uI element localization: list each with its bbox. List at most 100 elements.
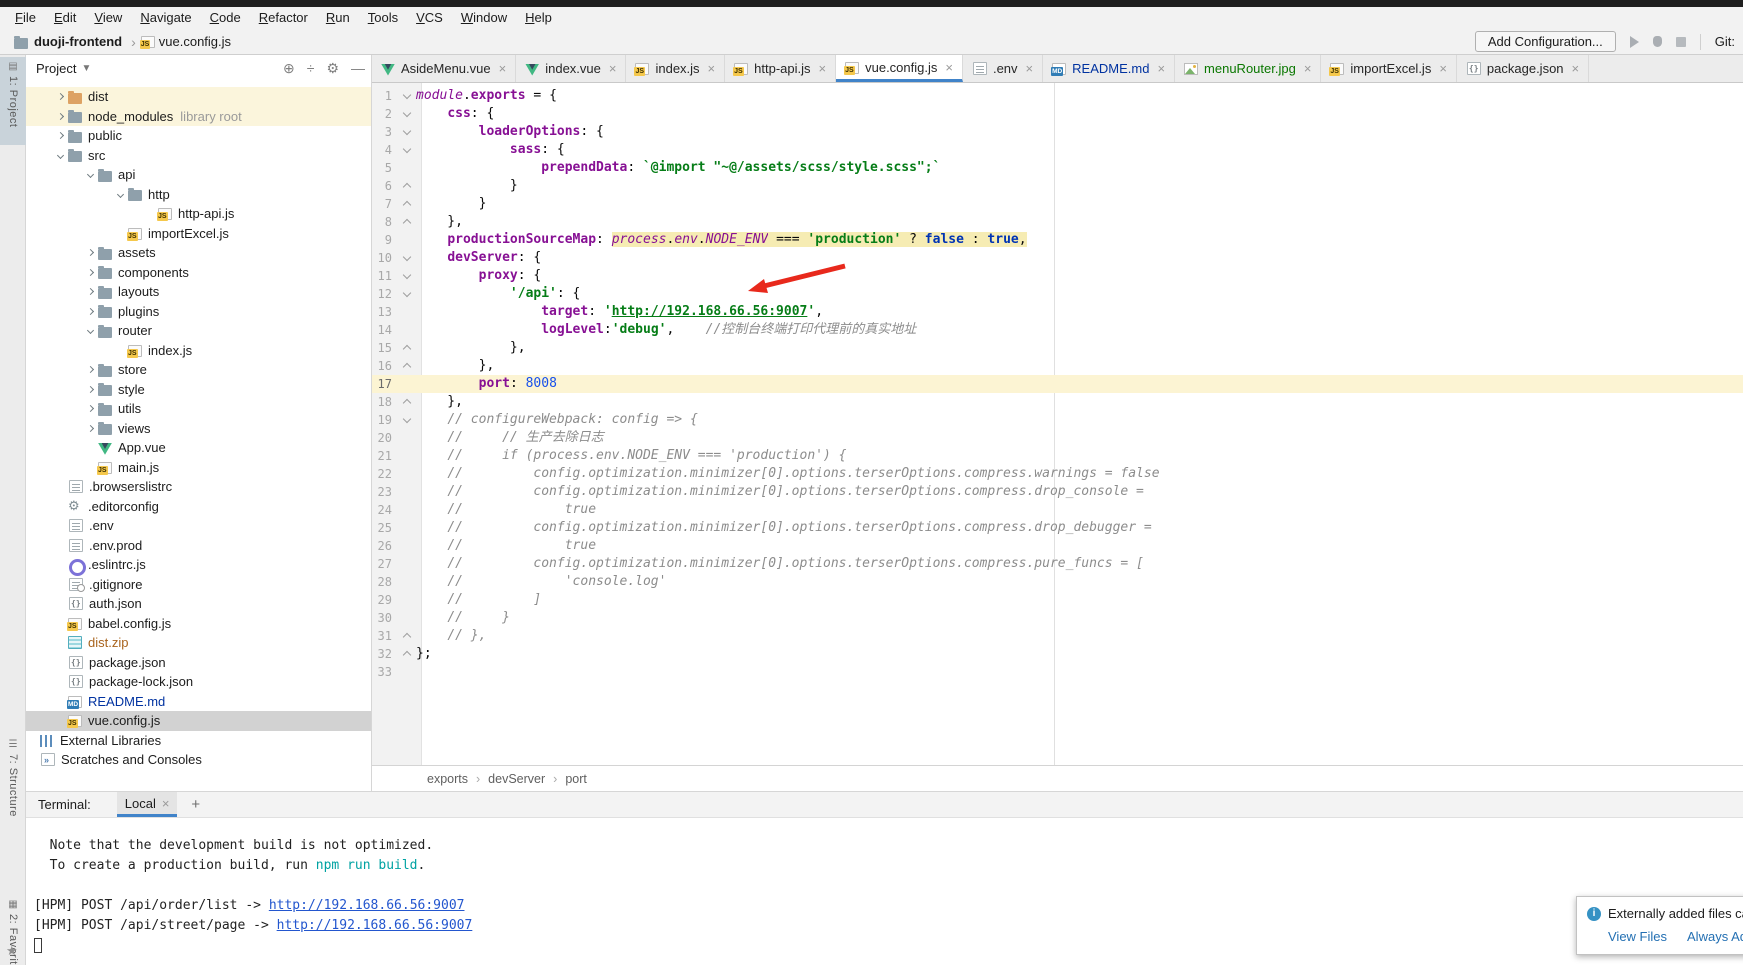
menu-item-window[interactable]: Window <box>452 7 516 29</box>
tree-item-scratches-and-consoles[interactable]: Scratches and Consoles <box>26 750 371 770</box>
tree-item-external-libraries[interactable]: External Libraries <box>26 731 371 751</box>
project-panel-title[interactable]: Project <box>36 61 76 76</box>
close-icon[interactable]: × <box>1157 61 1165 76</box>
menu-item-code[interactable]: Code <box>201 7 250 29</box>
chevron-down-icon[interactable] <box>86 171 93 178</box>
tree-item--editorconfig[interactable]: .editorconfig <box>26 497 371 517</box>
tree-item-index-js[interactable]: index.js <box>26 341 371 361</box>
run-icon[interactable] <box>1630 36 1639 48</box>
add-configuration-button[interactable]: Add Configuration... <box>1475 31 1616 52</box>
tree-item-views[interactable]: views <box>26 419 371 439</box>
tree-item-package-lock-json[interactable]: package-lock.json <box>26 672 371 692</box>
breadcrumb-exports[interactable]: exports <box>427 772 468 786</box>
tree-item-http-api-js[interactable]: http-api.js <box>26 204 371 224</box>
close-icon[interactable]: × <box>1439 61 1447 76</box>
new-terminal-icon[interactable]: + <box>191 796 200 813</box>
menu-item-vcs[interactable]: VCS <box>407 7 452 29</box>
fold-open-icon[interactable] <box>403 91 411 99</box>
tree-item-importexcel-js[interactable]: importExcel.js <box>26 224 371 244</box>
tree-item-package-json[interactable]: package.json <box>26 653 371 673</box>
tree-item-plugins[interactable]: plugins <box>26 302 371 322</box>
tree-item-utils[interactable]: utils <box>26 399 371 419</box>
breadcrumb-devserver[interactable]: devServer <box>488 772 545 786</box>
close-icon[interactable]: × <box>499 61 507 76</box>
fold-close-icon[interactable] <box>403 363 411 371</box>
chevron-right-icon[interactable] <box>86 269 93 276</box>
debug-icon[interactable] <box>1653 36 1662 47</box>
editor-tab-http-api-js[interactable]: http-api.js× <box>725 55 836 82</box>
menu-item-tools[interactable]: Tools <box>359 7 407 29</box>
editor-tab-package-json[interactable]: package.json× <box>1457 55 1589 82</box>
close-icon[interactable]: × <box>708 61 716 76</box>
close-icon[interactable]: × <box>945 60 953 75</box>
chevron-right-icon[interactable] <box>86 366 93 373</box>
always-add-link[interactable]: Always Add <box>1687 929 1743 944</box>
fold-close-icon[interactable] <box>403 219 411 227</box>
hide-panel-icon[interactable]: — <box>351 61 365 75</box>
fold-open-icon[interactable] <box>403 145 411 153</box>
fold-open-icon[interactable] <box>403 109 411 117</box>
chevron-right-icon[interactable] <box>56 132 63 139</box>
settings-gear-icon[interactable]: ⚙ <box>326 61 339 75</box>
terminal-link[interactable]: http://192.168.66.56:9007 <box>277 918 473 933</box>
menu-item-navigate[interactable]: Navigate <box>131 7 200 29</box>
menu-item-file[interactable]: File <box>6 7 45 29</box>
editor-tab-index-js[interactable]: index.js× <box>626 55 725 82</box>
fold-open-icon[interactable] <box>403 253 411 261</box>
tree-item-layouts[interactable]: layouts <box>26 282 371 302</box>
fold-close-icon[interactable] <box>403 345 411 353</box>
tree-item-babel-config-js[interactable]: babel.config.js <box>26 614 371 634</box>
close-icon[interactable]: × <box>162 796 170 811</box>
tree-item--gitignore[interactable]: .gitignore <box>26 575 371 595</box>
star-icon[interactable]: ★ <box>6 943 18 959</box>
git-branch-widget[interactable]: Git: <box>1715 34 1735 49</box>
tree-item--env[interactable]: .env <box>26 516 371 536</box>
chevron-right-icon[interactable] <box>56 113 63 120</box>
fold-close-icon[interactable] <box>403 399 411 407</box>
editor-tab-index-vue[interactable]: index.vue× <box>516 55 626 82</box>
chevron-down-icon[interactable] <box>116 191 123 198</box>
tree-item-app-vue[interactable]: App.vue <box>26 438 371 458</box>
tree-item-readme-md[interactable]: README.md <box>26 692 371 712</box>
editor-tab-readme-md[interactable]: README.md× <box>1043 55 1175 82</box>
fold-open-icon[interactable] <box>403 127 411 135</box>
fold-close-icon[interactable] <box>403 201 411 209</box>
code-editor[interactable]: 1module.exports = {2 css: {3 loaderOptio… <box>372 83 1743 765</box>
chevron-right-icon[interactable] <box>86 308 93 315</box>
tree-item-style[interactable]: style <box>26 380 371 400</box>
close-icon[interactable]: × <box>819 61 827 76</box>
stop-icon[interactable] <box>1676 37 1686 47</box>
fold-close-icon[interactable] <box>403 633 411 641</box>
terminal-output[interactable]: Note that the development build is not o… <box>26 818 1743 956</box>
fold-open-icon[interactable] <box>403 415 411 423</box>
collapse-all-icon[interactable]: ÷ <box>307 61 315 75</box>
chevron-right-icon[interactable] <box>86 386 93 393</box>
fold-open-icon[interactable] <box>403 271 411 279</box>
tree-item-public[interactable]: public <box>26 126 371 146</box>
editor-tab-importexcel-js[interactable]: importExcel.js× <box>1321 55 1457 82</box>
breadcrumb-file[interactable]: vue.config.js <box>159 34 231 49</box>
chevron-down-icon[interactable]: ▼ <box>81 63 91 74</box>
breadcrumb-project[interactable]: duoji-frontend <box>34 34 122 49</box>
breadcrumb-port[interactable]: port <box>565 772 587 786</box>
chevron-right-icon[interactable] <box>86 249 93 256</box>
tree-item-src[interactable]: src <box>26 146 371 166</box>
tree-item-dist-zip[interactable]: dist.zip <box>26 633 371 653</box>
tree-item-auth-json[interactable]: auth.json <box>26 594 371 614</box>
tree-item--browserslistrc[interactable]: .browserslistrc <box>26 477 371 497</box>
tree-item--env-prod[interactable]: .env.prod <box>26 536 371 556</box>
tool-button-structure[interactable]: ☰ 7: Structure <box>0 735 26 845</box>
close-icon[interactable]: × <box>1026 61 1034 76</box>
close-icon[interactable]: × <box>609 61 617 76</box>
chevron-down-icon[interactable] <box>86 327 93 334</box>
editor-tab-vue-config-js[interactable]: vue.config.js× <box>836 55 963 82</box>
editor-tab-menurouter-jpg[interactable]: menuRouter.jpg× <box>1175 55 1321 82</box>
terminal-link[interactable]: http://192.168.66.56:9007 <box>269 898 465 913</box>
menu-item-run[interactable]: Run <box>317 7 359 29</box>
view-files-link[interactable]: View Files <box>1608 929 1667 944</box>
close-icon[interactable]: × <box>1304 61 1312 76</box>
close-icon[interactable]: × <box>1572 61 1580 76</box>
terminal-tab-local[interactable]: Local × <box>117 792 178 817</box>
tool-button-project[interactable]: ▤ 1: Project <box>0 57 26 145</box>
menu-item-refactor[interactable]: Refactor <box>250 7 317 29</box>
